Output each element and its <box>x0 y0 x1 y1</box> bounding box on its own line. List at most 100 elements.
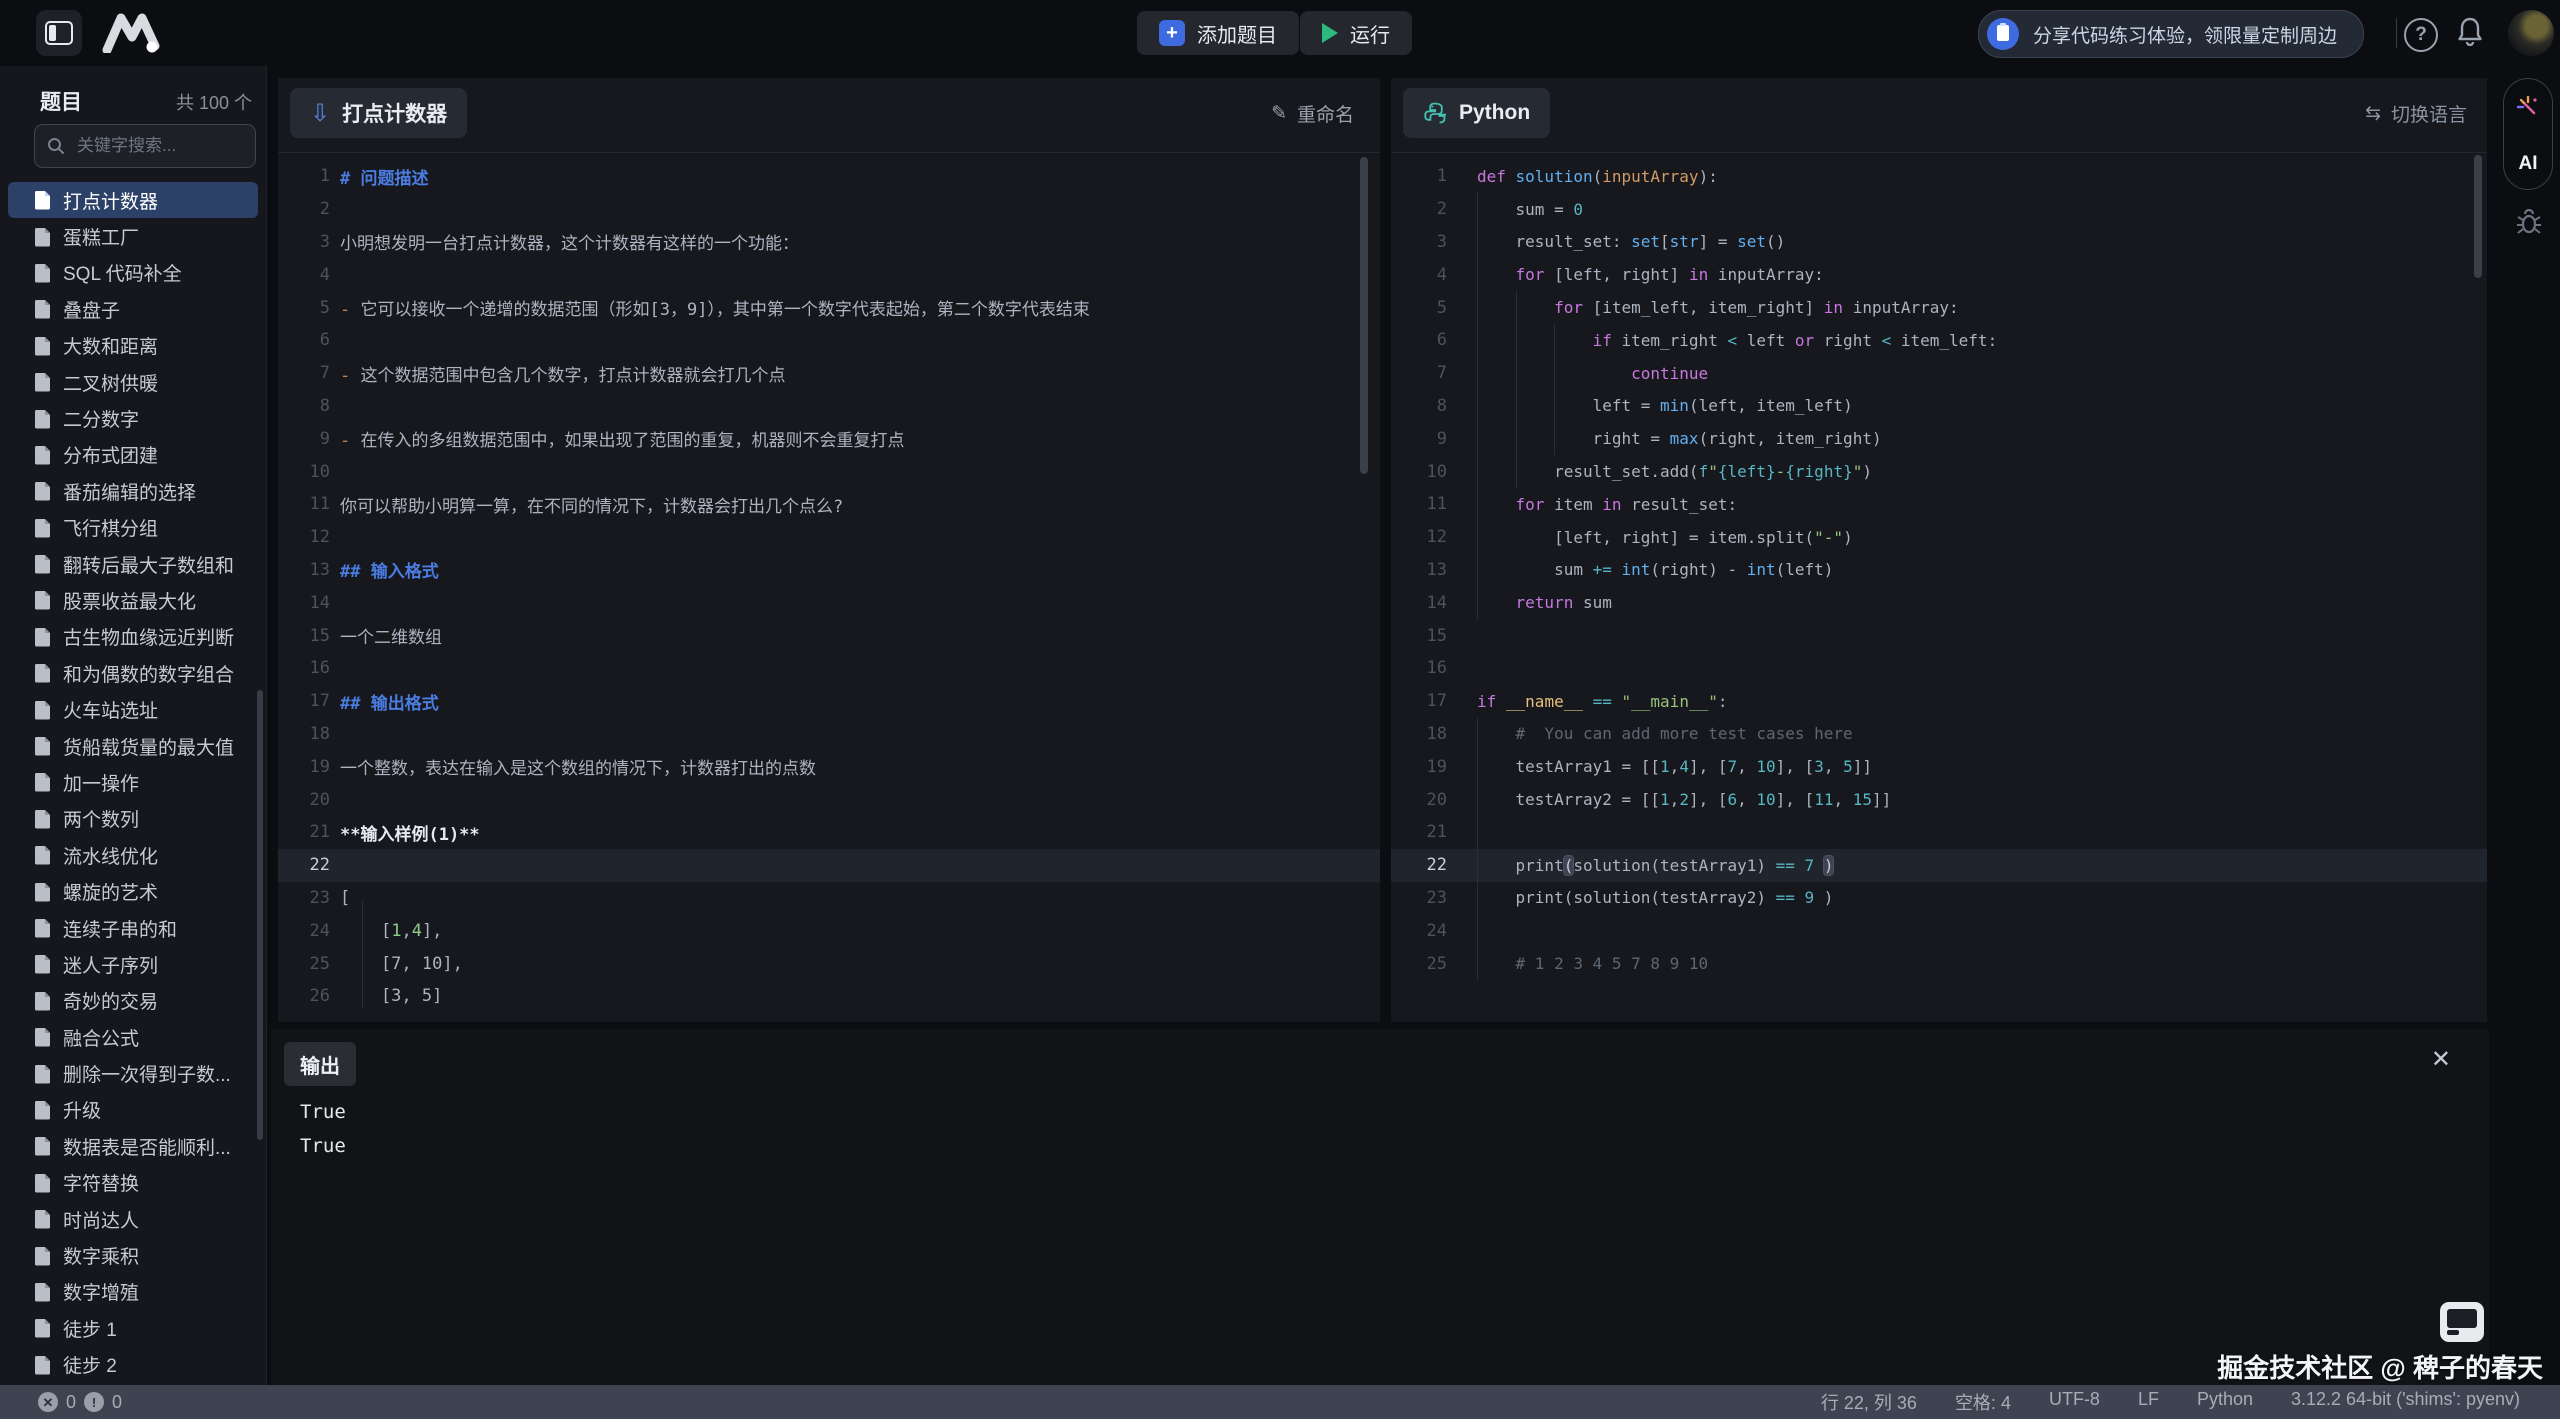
sidebar-item[interactable]: 奇妙的交易 <box>8 983 258 1019</box>
close-output-button[interactable]: ✕ <box>2431 1045 2451 1074</box>
editor-line[interactable]: 15 <box>1391 619 2487 652</box>
editor-line[interactable]: 17if __name__ == "__main__": <box>1391 685 2487 718</box>
notifications-button[interactable] <box>2456 16 2486 50</box>
sidebar-item[interactable]: 融合公式 <box>8 1019 258 1055</box>
editor-line[interactable]: 11 for item in result_set: <box>1391 488 2487 521</box>
editor-line[interactable]: 5- 它可以接收一个递增的数据范围（形如[3，9]），其中第一个数字代表起始，第… <box>278 291 1380 324</box>
editor-line[interactable]: 4 <box>278 258 1380 291</box>
rename-button[interactable]: ✎ 重命名 <box>1271 100 1354 127</box>
search-input[interactable] <box>75 135 239 157</box>
editor-line[interactable]: 11你可以帮助小明算一算，在不同的情况下，计数器会打出几个点么? <box>278 488 1380 521</box>
problems-summary[interactable]: ✕ 0 ! 0 <box>38 1392 122 1413</box>
ai-assistant-button[interactable]: AI <box>2503 78 2553 190</box>
statusbar-item[interactable]: 行 22, 列 36 <box>1821 1389 1917 1415</box>
editor-line[interactable]: 20 testArray2 = [[1,2], [6, 10], [11, 15… <box>1391 783 2487 816</box>
sidebar-item[interactable]: 翻转后最大子数组和 <box>8 546 258 582</box>
sidebar-item[interactable]: 古生物血缘远近判断 <box>8 619 258 655</box>
statusbar-item[interactable]: 3.12.2 64-bit ('shims': pyenv) <box>2291 1389 2520 1415</box>
editor-line[interactable]: 3 result_set: set[str] = set() <box>1391 226 2487 259</box>
sidebar-item[interactable]: 火车站选址 <box>8 691 258 727</box>
switch-language-button[interactable]: ⇆ 切换语言 <box>2365 100 2467 127</box>
statusbar-item[interactable]: UTF-8 <box>2049 1389 2100 1415</box>
add-problem-button[interactable]: + 添加题目 <box>1137 11 1299 55</box>
sidebar-item[interactable]: 和为偶数的数字组合 <box>8 655 258 691</box>
statusbar-item[interactable]: LF <box>2138 1389 2159 1415</box>
code-editor-scrollbar[interactable] <box>2474 155 2482 278</box>
sidebar-item[interactable]: 分布式团建 <box>8 437 258 473</box>
statusbar-item[interactable]: Python <box>2197 1389 2253 1415</box>
editor-line[interactable]: 23 print(solution(testArray2) == 9 ) <box>1391 882 2487 915</box>
sidebar-item[interactable]: 删除一次得到子数... <box>8 1055 258 1091</box>
debug-button[interactable] <box>2515 208 2543 236</box>
editor-line[interactable]: 12 [left, right] = item.split("-") <box>1391 521 2487 554</box>
sidebar-item[interactable]: 数字增殖 <box>8 1274 258 1310</box>
markdown-editor-scrollbar[interactable] <box>1360 157 1368 474</box>
sidebar-item[interactable]: 字符替换 <box>8 1165 258 1201</box>
editor-line[interactable]: 23[ <box>278 882 1380 915</box>
editor-line[interactable]: 7- 这个数据范围中包含几个数字，打点计数器就会打几个点 <box>278 357 1380 390</box>
sidebar-item[interactable]: 打点计数器 <box>8 182 258 218</box>
editor-line[interactable]: 26 [3, 5] <box>278 980 1380 1013</box>
editor-line[interactable]: 9 right = max(right, item_right) <box>1391 422 2487 455</box>
help-button[interactable]: ? <box>2404 18 2438 52</box>
sidebar-scrollbar[interactable] <box>257 690 263 1140</box>
editor-line[interactable]: 13 sum += int(right) - int(left) <box>1391 554 2487 587</box>
editor-line[interactable]: 6 if item_right < left or right < item_l… <box>1391 324 2487 357</box>
markdown-editor[interactable]: 1# 问题描述23小明想发明一台打点计数器，这个计数器有这样的一个功能：45- … <box>278 152 1380 1022</box>
editor-line[interactable]: 9- 在传入的多组数据范围中，如果出现了范围的重复，机器则不会重复打点 <box>278 422 1380 455</box>
editor-line[interactable]: 25 # 1 2 3 4 5 7 8 9 10 <box>1391 947 2487 980</box>
sidebar-item[interactable]: 二叉树供暖 <box>8 364 258 400</box>
editor-line[interactable]: 22 <box>278 849 1380 882</box>
problem-tab[interactable]: ⇩ 打点计数器 <box>290 88 467 138</box>
editor-line[interactable]: 25 [7, 10], <box>278 947 1380 980</box>
sidebar-item[interactable]: 飞行棋分组 <box>8 510 258 546</box>
editor-line[interactable]: 4 for [left, right] in inputArray: <box>1391 258 2487 291</box>
editor-line[interactable]: 19 testArray1 = [[1,4], [7, 10], [3, 5]] <box>1391 750 2487 783</box>
editor-line[interactable]: 18 # You can add more test cases here <box>1391 718 2487 751</box>
editor-line[interactable]: 16 <box>1391 652 2487 685</box>
editor-line[interactable]: 10 <box>278 455 1380 488</box>
app-logo[interactable] <box>102 13 160 53</box>
editor-line[interactable]: 5 for [item_left, item_right] in inputAr… <box>1391 291 2487 324</box>
editor-line[interactable]: 15一个二维数组 <box>278 619 1380 652</box>
editor-line[interactable]: 2 <box>278 193 1380 226</box>
editor-line[interactable]: 24 <box>1391 914 2487 947</box>
sidebar-item[interactable]: 迷人子序列 <box>8 946 258 982</box>
sidebar-item[interactable]: 升级 <box>8 1092 258 1128</box>
editor-line[interactable]: 2 sum = 0 <box>1391 193 2487 226</box>
sidebar-item[interactable]: 二分数字 <box>8 400 258 436</box>
editor-line[interactable]: 22 print(solution(testArray1) == 7 ) <box>1391 849 2487 882</box>
editor-line[interactable]: 6 <box>278 324 1380 357</box>
sidebar-item[interactable]: 蛋糕工厂 <box>8 218 258 254</box>
sidebar-item[interactable]: 时尚达人 <box>8 1201 258 1237</box>
run-button[interactable]: 运行 <box>1300 11 1412 55</box>
editor-line[interactable]: 17## 输出格式 <box>278 685 1380 718</box>
editor-line[interactable]: 8 <box>278 390 1380 423</box>
sidebar-item[interactable]: 徒步 2 <box>8 1347 258 1383</box>
code-editor[interactable]: 1def solution(inputArray):2 sum = 03 res… <box>1391 152 2487 1022</box>
sidebar-item[interactable]: 叠盘子 <box>8 291 258 327</box>
editor-line[interactable]: 24 [1,4], <box>278 914 1380 947</box>
sidebar-item[interactable]: 货船载货量的最大值 <box>8 728 258 764</box>
editor-line[interactable]: 14 return sum <box>1391 586 2487 619</box>
editor-line[interactable]: 1def solution(inputArray): <box>1391 160 2487 193</box>
sidebar-item[interactable]: 数据表是否能顺利... <box>8 1128 258 1164</box>
editor-line[interactable]: 8 left = min(left, item_left) <box>1391 390 2487 423</box>
editor-line[interactable]: 20 <box>278 783 1380 816</box>
editor-line[interactable]: 12 <box>278 521 1380 554</box>
sidebar-item[interactable]: 数字乘积 <box>8 1237 258 1273</box>
sidebar-item[interactable]: 大数和距离 <box>8 328 258 364</box>
sidebar-item[interactable]: 徒步 1 <box>8 1310 258 1346</box>
statusbar-item[interactable]: 空格: 4 <box>1955 1389 2011 1415</box>
avatar[interactable] <box>2508 10 2554 56</box>
editor-line[interactable]: 3小明想发明一台打点计数器，这个计数器有这样的一个功能： <box>278 226 1380 259</box>
editor-line[interactable]: 16 <box>278 652 1380 685</box>
editor-line[interactable]: 21**输入样例(1)** <box>278 816 1380 849</box>
editor-line[interactable]: 10 result_set.add(f"{left}-{right}") <box>1391 455 2487 488</box>
editor-line[interactable]: 14 <box>278 586 1380 619</box>
sidebar-toggle-button[interactable] <box>36 10 82 56</box>
editor-line[interactable]: 13## 输入格式 <box>278 554 1380 587</box>
sidebar-item[interactable]: 连续子串的和 <box>8 910 258 946</box>
sidebar-item[interactable]: 流水线优化 <box>8 837 258 873</box>
sidebar-item[interactable]: 螺旋的艺术 <box>8 873 258 909</box>
